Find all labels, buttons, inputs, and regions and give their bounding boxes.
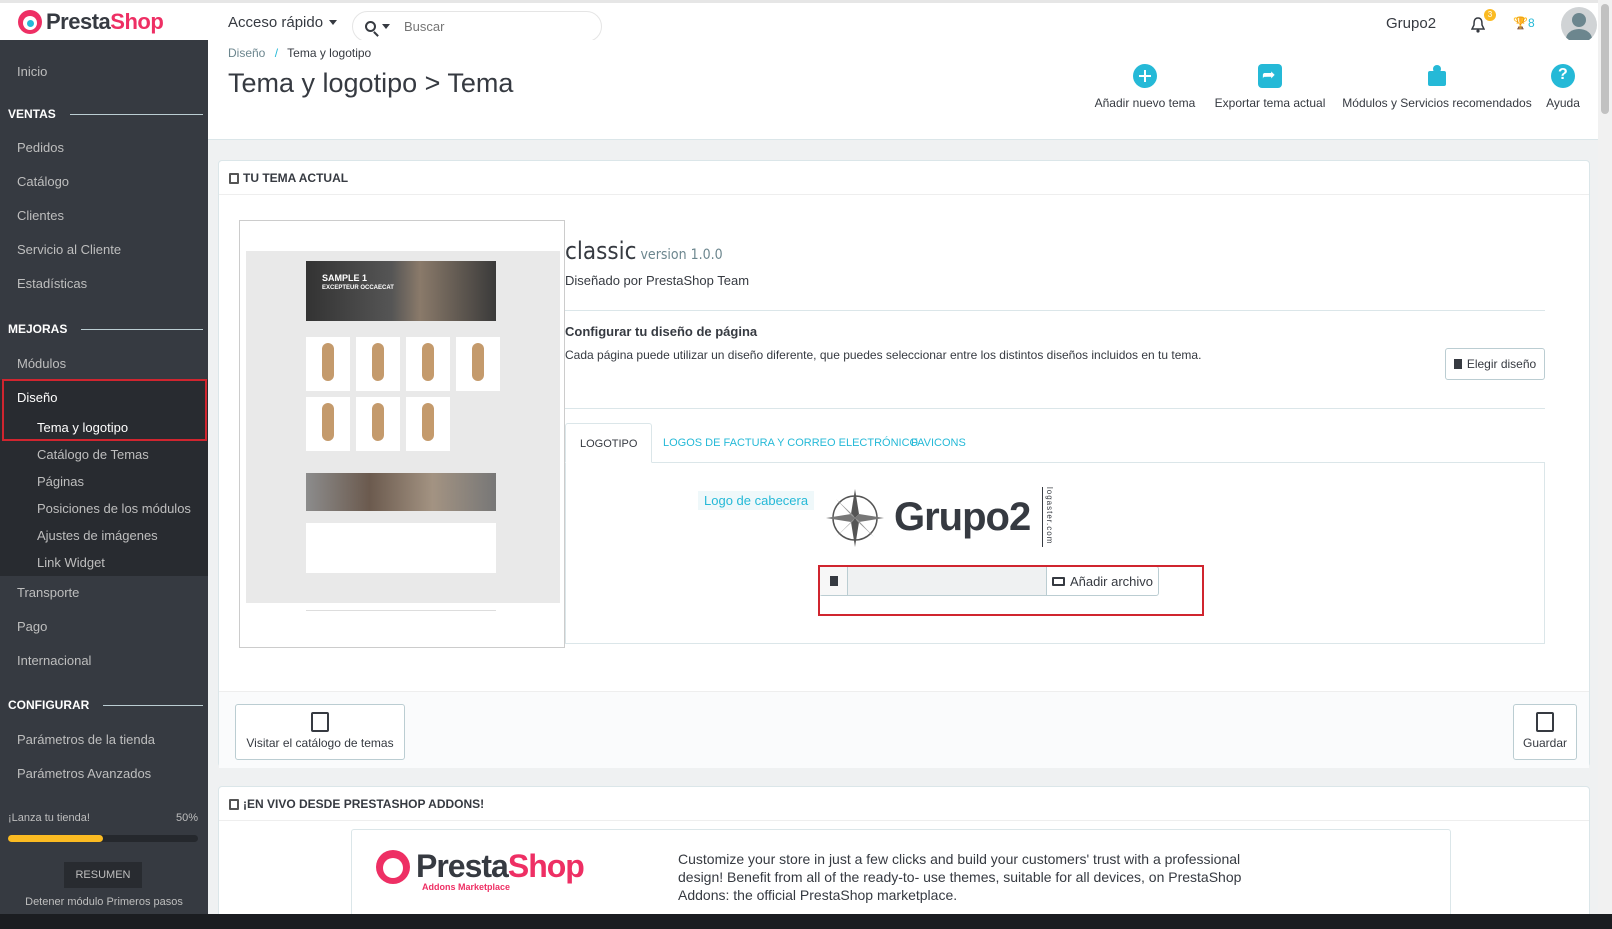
save-button[interactable]: Guardar — [1513, 704, 1577, 760]
theme-author: Diseñado por PrestaShop Team — [565, 273, 750, 288]
page-scrollbar[interactable] — [1598, 0, 1612, 914]
visit-theme-catalog-button[interactable]: Visitar el catálogo de temas — [235, 704, 405, 760]
sidebar-item-catalogo[interactable]: Catálogo — [17, 174, 69, 189]
html5-icon — [311, 712, 329, 732]
export-icon — [1258, 64, 1282, 88]
help-button[interactable]: Ayuda — [1542, 64, 1584, 110]
breadcrumb-parent[interactable]: Diseño — [228, 46, 265, 60]
stop-onboarding-link[interactable]: Detener módulo Primeros pasos — [0, 896, 208, 908]
search-input[interactable] — [404, 19, 584, 34]
launch-store-label: ¡Lanza tu tienda! 50% — [8, 812, 198, 824]
tab-favicons[interactable]: FAVICONS — [897, 423, 980, 463]
avatar[interactable] — [1561, 7, 1597, 43]
sidebar-subitem-paginas[interactable]: Páginas — [37, 474, 84, 489]
highlight-box — [2, 379, 207, 441]
help-icon — [1551, 64, 1575, 88]
sidebar-item-servicio[interactable]: Servicio al Cliente — [17, 242, 121, 257]
trophy-icon: 🏆 — [1513, 16, 1528, 30]
sidebar-subitem-imagenes[interactable]: Ajustes de imágenes — [37, 528, 158, 543]
addons-logo: PrestaShop — [376, 848, 585, 885]
shop-logo-image: Grupo2 logaster.com — [824, 485, 1064, 549]
panel-heading: TU TEMA ACTUAL — [229, 171, 348, 185]
notification-badge: 3 — [1484, 9, 1496, 21]
breadcrumb: Diseño / Tema y logotipo — [228, 46, 372, 60]
sidebar-subitem-catalogo-temas[interactable]: Catálogo de Temas — [37, 447, 149, 462]
sidebar-item-transporte[interactable]: Transporte — [17, 585, 79, 600]
add-theme-button[interactable]: Añadir nuevo tema — [1086, 64, 1204, 110]
scrollbar-thumb[interactable] — [1601, 4, 1609, 114]
sidebar-item-inicio[interactable]: Inicio — [17, 64, 47, 79]
launch-progress-bar — [8, 835, 198, 842]
prestashop-logo-icon — [18, 10, 42, 34]
save-icon — [1536, 712, 1554, 732]
compass-icon — [826, 489, 884, 547]
section-configurar: CONFIGURAR — [8, 698, 203, 712]
sidebar-item-estadisticas[interactable]: Estadísticas — [17, 276, 87, 291]
page-title: Tema y logotipo > Tema — [228, 68, 514, 98]
breadcrumb-current: Tema y logotipo — [287, 46, 372, 60]
file-icon — [1453, 359, 1462, 369]
export-theme-button[interactable]: Exportar tema actual — [1208, 64, 1332, 110]
sidebar-item-pedidos[interactable]: Pedidos — [17, 140, 64, 155]
top-bar: PrestaShop Acceso rápido Grupo2 3 🏆8 — [0, 0, 1612, 43]
sidebar-item-parametros-avanzados[interactable]: Parámetros Avanzados — [17, 766, 151, 781]
section-ventas: VENTAS — [8, 107, 203, 121]
chevron-down-icon[interactable] — [382, 24, 390, 29]
tab-content: Logo de cabecera Grupo2 logaster.com Aña — [565, 462, 1545, 644]
panel-heading: ¡EN VIVO DESDE PRESTASHOP ADDONS! — [229, 797, 484, 811]
current-theme-panel: TU TEMA ACTUAL SAMPLE 1 EXCEPTEUR OCCAEC… — [218, 160, 1590, 768]
layout-config-title: Configurar tu diseño de página — [565, 324, 758, 339]
prestashop-logo-icon — [376, 849, 410, 884]
addons-panel: ¡EN VIVO DESDE PRESTASHOP ADDONS! Presta… — [218, 786, 1590, 926]
sidebar-item-pago[interactable]: Pago — [17, 619, 47, 634]
preview-hero: SAMPLE 1 EXCEPTEUR OCCAECAT — [306, 261, 496, 321]
theme-name: classic version 1.0.0 — [565, 237, 723, 265]
puzzle-icon — [1425, 64, 1449, 88]
page-header: Diseño / Tema y logotipo Tema y logotipo… — [208, 40, 1598, 140]
shop-name-link[interactable]: Grupo2 — [1386, 15, 1436, 32]
choose-layout-button[interactable]: Elegir diseño — [1445, 348, 1545, 380]
addons-card[interactable]: PrestaShop Addons Marketplace Customize … — [351, 829, 1451, 919]
panel-footer: Visitar el catálogo de temas Guardar — [219, 691, 1589, 768]
search-box — [352, 11, 602, 42]
prestashop-logo[interactable]: PrestaShop — [18, 9, 164, 35]
tab-logotipo[interactable]: LOGOTIPO — [565, 423, 653, 463]
sidebar-item-modulos[interactable]: Módulos — [17, 356, 66, 371]
resumen-button[interactable]: RESUMEN — [64, 862, 142, 888]
sidebar-item-internacional[interactable]: Internacional — [17, 653, 91, 668]
quick-access-menu[interactable]: Acceso rápido — [228, 14, 338, 31]
sidebar: Inicio VENTAS Pedidos Catálogo Clientes … — [0, 40, 208, 914]
section-mejoras: MEJORAS — [8, 322, 203, 336]
sidebar-subitem-posiciones[interactable]: Posiciones de los módulos — [37, 501, 191, 516]
logo-tabs: LOGOTIPO LOGOS DE FACTURA Y CORREO ELECT… — [565, 423, 1545, 463]
sidebar-item-parametros-tienda[interactable]: Parámetros de la tienda — [17, 732, 155, 747]
html5-icon — [229, 172, 239, 184]
search-icon[interactable] — [365, 21, 376, 32]
tab-invoice-email-logos[interactable]: LOGOS DE FACTURA Y CORREO ELECTRÓNICO — [649, 423, 932, 463]
add-circle-icon — [1133, 64, 1157, 88]
header-logo-label: Logo de cabecera — [698, 491, 815, 510]
image-icon — [229, 798, 239, 810]
sidebar-subitem-link-widget[interactable]: Link Widget — [37, 555, 105, 570]
addons-description: Customize your store in just a few click… — [678, 851, 1242, 903]
layout-config-text: Cada página puede utilizar un diseño dif… — [565, 348, 1202, 362]
launch-progress-fill — [8, 835, 103, 842]
os-taskbar — [0, 914, 1612, 929]
sidebar-item-clientes[interactable]: Clientes — [17, 208, 64, 223]
recommended-modules-button[interactable]: Módulos y Servicios recomendados — [1338, 64, 1536, 110]
highlight-box — [818, 565, 1204, 616]
theme-preview-image: SAMPLE 1 EXCEPTEUR OCCAECAT — [239, 220, 565, 648]
trophy-badge[interactable]: 🏆8 — [1513, 16, 1535, 30]
chevron-down-icon — [329, 20, 338, 25]
bell-icon[interactable] — [1471, 17, 1485, 33]
